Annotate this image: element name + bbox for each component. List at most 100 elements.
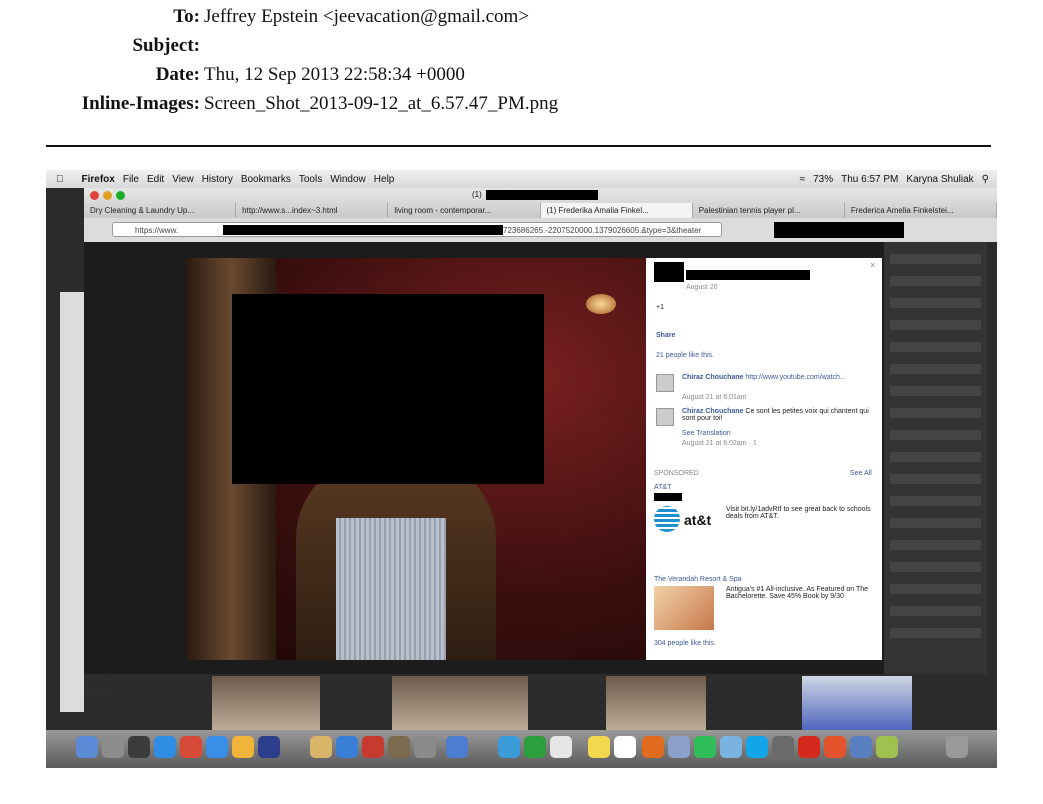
att-logo-icon (654, 506, 680, 532)
ticker-row (890, 474, 981, 484)
ticker-row (890, 320, 981, 330)
photo-booth-icon (362, 736, 384, 758)
likes-count: 21 people like this. (656, 352, 714, 359)
facebook-theater: August 20 +1 Share 21 people like this. … (84, 242, 987, 674)
url-redaction (223, 225, 503, 235)
firefox-icon (642, 736, 664, 758)
url-prefix: https://www. (135, 226, 179, 235)
mac-menubar:  Firefox File Edit View History Bookmar… (46, 170, 997, 188)
verandah-likes: 304 people like this. (654, 640, 716, 647)
tab-strip: Dry Cleaning & Laundry Up... http://www.… (84, 203, 997, 218)
clock: Thu 6:57 PM (841, 173, 899, 185)
ticker-row (890, 298, 981, 308)
app-icon (850, 736, 872, 758)
embedded-screenshot:  Firefox File Edit View History Bookmar… (46, 170, 997, 768)
title-redaction (486, 190, 598, 200)
finder-item-styles: styles (86, 674, 107, 683)
ticker-row (890, 518, 981, 528)
att-ad-title: AT&T (654, 484, 672, 491)
date-label: Date: (155, 64, 200, 85)
menu-bookmarks: Bookmarks (233, 173, 291, 185)
tab-4: (1) Frederika Amalia Finkel... (540, 203, 693, 218)
avatar (656, 408, 674, 426)
app-icon (772, 736, 794, 758)
att-ad-text: Visit bit.ly/1advRtf to see great back t… (726, 506, 871, 520)
photo-sweater (336, 518, 446, 660)
finder-sidebar (60, 292, 84, 712)
finder-item-iphone: iphone (86, 686, 111, 695)
address-bar: https://www. 723686265.-2207520000.13790… (112, 222, 722, 237)
comment-author: Chiraz Chouchane (682, 374, 744, 381)
app-icon (498, 736, 520, 758)
notes-icon (310, 736, 332, 758)
see-all-link: See All (850, 470, 872, 477)
excel-icon (524, 736, 546, 758)
window-title: (1) (472, 190, 482, 199)
att-wordmark: at&t (684, 512, 712, 528)
thumbnail (606, 676, 706, 738)
thumbnail (802, 676, 912, 738)
menu-edit: Edit (139, 173, 164, 185)
comment-text: http://www.youtube.com/watch... (745, 374, 846, 381)
zoom-icon (116, 191, 125, 200)
ad-redaction (654, 493, 682, 501)
to-label: To: (173, 6, 200, 27)
preview-icon (388, 736, 410, 758)
to-value: Jeffrey Epstein <jeevacation@gmail.com> (204, 6, 530, 27)
comment-meta: August 21 at 6:01am (682, 394, 747, 401)
verandah-ad-title: The Verandah Resort & Spa (654, 576, 742, 583)
itunes-icon (336, 736, 358, 758)
ticker-row (890, 342, 981, 352)
ticker-row (890, 364, 981, 374)
user-name: Karyna Shuliak (906, 173, 974, 185)
subject-label: Subject: (132, 35, 200, 56)
search-redaction (774, 222, 904, 238)
menubar-status: ≈ 73% Thu 6:57 PM Karyna Shuliak ⚲ (792, 170, 989, 188)
skype-icon (746, 736, 768, 758)
browser-navbar: https://www. 723686265.-2207520000.13790… (84, 218, 997, 242)
spotify-icon (694, 736, 716, 758)
mission-control-icon (128, 736, 150, 758)
system-prefs-icon (414, 736, 436, 758)
app-icon (876, 736, 898, 758)
ticker-row (890, 606, 981, 616)
stickies-icon (588, 736, 610, 758)
thumbnail (212, 676, 320, 738)
tab-1: Dry Cleaning & Laundry Up... (84, 203, 237, 218)
share-link: Share (656, 332, 676, 339)
tab-2: http://www.s...index~3.html (236, 203, 389, 218)
name-redaction-b (686, 270, 810, 280)
post-date: August 20 (686, 284, 718, 291)
apple-icon:  (56, 174, 64, 185)
trash-icon (946, 736, 968, 758)
divider (46, 145, 991, 147)
face-redaction (232, 294, 544, 484)
menu-view: View (164, 173, 194, 185)
chrome-icon (180, 736, 202, 758)
drive-icon (232, 736, 254, 758)
app-icon (668, 736, 690, 758)
ticker-row (890, 584, 981, 594)
textedit-icon (550, 736, 572, 758)
tab-6: Frederica Amelia Finkelstei... (845, 203, 997, 218)
launchpad-icon (102, 736, 124, 758)
mac-dock (46, 730, 997, 768)
close-icon (90, 191, 99, 200)
thumbnail (392, 676, 528, 738)
see-translation: See Translation (682, 430, 731, 437)
finder-icon (76, 736, 98, 758)
ticker-row (890, 628, 981, 638)
ticker-row (890, 496, 981, 506)
inline-images-label: Inline-Images: (81, 93, 200, 114)
plus-one: +1 (656, 304, 664, 311)
menu-app: Firefox (74, 173, 115, 185)
photo-sidebar: August 20 +1 Share 21 people like this. … (646, 258, 882, 660)
menu-history: History (194, 173, 233, 185)
url-tail: 723686265.-2207520000.1379026605.&type=3… (503, 226, 702, 235)
comment-author: Chiraz Chouchane (682, 408, 744, 415)
inline-images-value: Screen_Shot_2013-09-12_at_6.57.47_PM.png (204, 93, 559, 114)
comment-2: Chiraz Chouchane Ce sont les petites voi… (682, 408, 872, 422)
safari-icon (206, 736, 228, 758)
ticker-row (890, 430, 981, 440)
ticker-row (890, 408, 981, 418)
